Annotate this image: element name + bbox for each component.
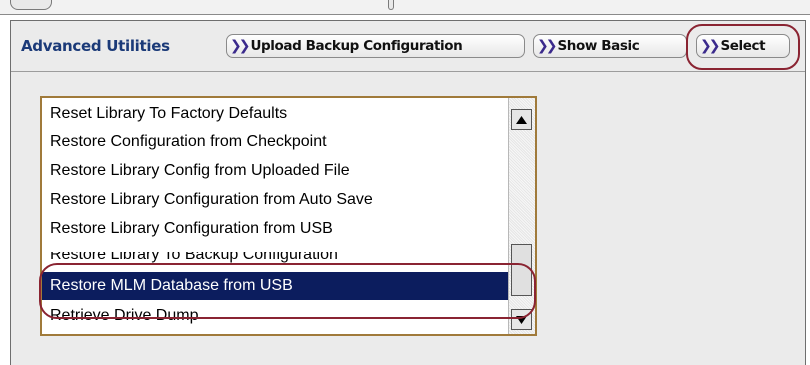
list-item[interactable]: Restore Configuration from Checkpoint — [42, 128, 508, 156]
list-item[interactable]: Restore Library Configuration from USB — [42, 215, 508, 243]
tab-edge — [388, 0, 394, 10]
scroll-up-button[interactable] — [511, 109, 532, 130]
select-highlight-ring — [686, 24, 800, 70]
double-chevron-right-icon: ❯❯ — [230, 38, 251, 54]
page-title: Advanced Utilities — [21, 37, 170, 55]
list-item[interactable]: Restore Library Configuration from Auto … — [42, 186, 508, 214]
list-item[interactable]: Restore Library Config from Uploaded Fil… — [42, 157, 508, 185]
tab-edge — [10, 0, 52, 10]
double-chevron-right-icon: ❯❯ — [537, 38, 558, 54]
show-basic-button[interactable]: ❯❯ Show Basic — [533, 34, 687, 58]
upload-backup-configuration-button[interactable]: ❯❯ Upload Backup Configuration — [226, 34, 525, 58]
button-label: Upload Backup Configuration — [250, 38, 463, 54]
list-item[interactable]: Reset Library To Factory Defaults — [42, 100, 508, 128]
button-label: Show Basic — [557, 38, 640, 54]
advanced-utilities-panel: Advanced Utilities ❯❯ Upload Backup Conf… — [10, 20, 806, 365]
triangle-up-icon — [516, 115, 527, 124]
previous-panel-edge — [0, 0, 810, 15]
toolbar: Advanced Utilities ❯❯ Upload Backup Conf… — [11, 21, 805, 72]
selected-item-highlight-ring — [39, 263, 536, 319]
